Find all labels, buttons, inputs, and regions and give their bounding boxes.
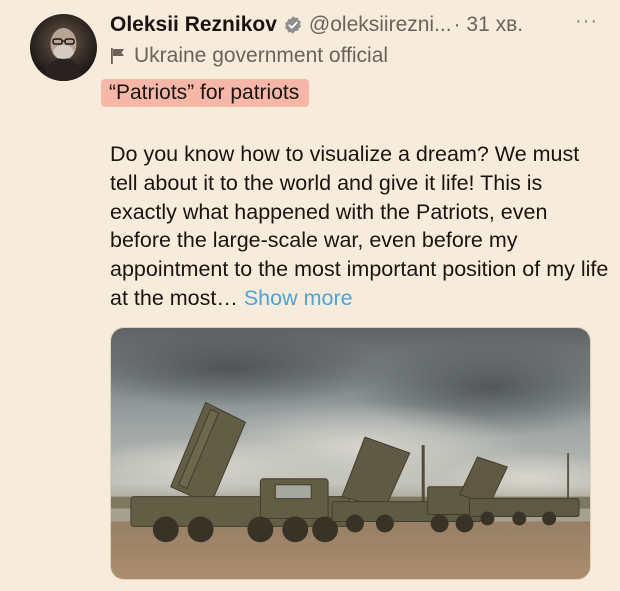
official-label: Ukraine government official (110, 44, 388, 68)
flag-icon (111, 48, 124, 64)
post-image[interactable] (110, 327, 591, 580)
more-options-icon[interactable]: ··· (575, 10, 598, 33)
tweet-header: Oleksii Reznikov @oleksiirezni... · 31 х… (110, 10, 610, 40)
author-name[interactable]: Oleksii Reznikov (110, 13, 277, 37)
post-title: “Patriots” for patriots (101, 79, 310, 107)
post-text: Do you know how to visualize a dream? We… (110, 140, 610, 313)
official-label-text: Ukraine government official (134, 44, 389, 67)
verified-badge-icon (283, 15, 303, 35)
post-time[interactable]: · 31 хв. (454, 13, 524, 37)
author-handle[interactable]: @oleksiirezni... (309, 13, 452, 37)
post-body: Do you know how to visualize a dream? We… (110, 142, 609, 310)
show-more-link[interactable]: Show more (244, 286, 353, 310)
tweet: Oleksii Reznikov @oleksiirezni... · 31 х… (0, 0, 620, 591)
avatar[interactable] (30, 14, 97, 81)
